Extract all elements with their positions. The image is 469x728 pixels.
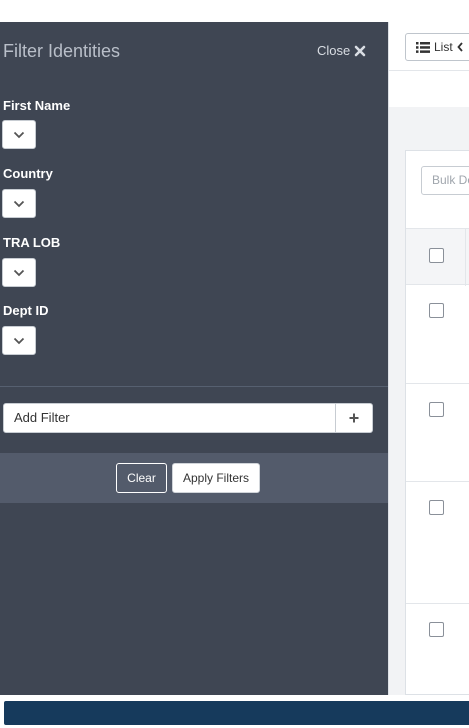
panel-divider xyxy=(0,386,388,387)
add-filter-button[interactable] xyxy=(336,404,372,432)
filter-actions-bar: Clear Apply Filters xyxy=(0,453,388,503)
add-filter-select[interactable]: Add Filter xyxy=(4,404,336,432)
field-label-dept-id: Dept ID xyxy=(3,303,49,318)
toolbar-divider xyxy=(389,70,469,71)
field-label-country: Country xyxy=(3,166,53,181)
field-label-first-name: First Name xyxy=(3,98,71,113)
plus-icon xyxy=(349,413,359,423)
row-checkbox[interactable] xyxy=(429,303,444,318)
row-checkbox[interactable] xyxy=(429,500,444,515)
tra-lob-dropdown[interactable] xyxy=(2,258,36,287)
row-divider xyxy=(406,383,469,384)
bulk-decision-input[interactable]: Bulk De xyxy=(421,166,469,195)
add-filter-control: Add Filter xyxy=(3,403,373,433)
apply-filters-button[interactable]: Apply Filters xyxy=(172,463,260,493)
field-label-tra-lob: TRA LOB xyxy=(3,235,61,250)
row-checkbox[interactable] xyxy=(429,402,444,417)
country-dropdown[interactable] xyxy=(2,189,36,218)
list-view-label: List xyxy=(434,40,453,54)
dept-id-dropdown[interactable] xyxy=(2,326,36,355)
close-button[interactable]: Close xyxy=(317,43,366,58)
chevron-left-icon xyxy=(456,42,463,52)
top-bar xyxy=(0,0,469,22)
table-header-row xyxy=(406,228,469,286)
list-icon xyxy=(416,41,430,53)
select-all-checkbox[interactable] xyxy=(429,248,444,263)
column-separator xyxy=(465,229,466,286)
filter-panel: Filter Identities Close First Name Count… xyxy=(0,22,388,695)
row-divider xyxy=(406,603,469,604)
identities-content: List Bulk De xyxy=(388,22,469,695)
filter-panel-title: Filter Identities xyxy=(3,41,121,61)
close-icon xyxy=(354,45,366,56)
chevron-down-icon xyxy=(13,131,25,138)
row-checkbox[interactable] xyxy=(429,622,444,637)
identities-table-card: Bulk De xyxy=(405,150,469,695)
first-name-dropdown[interactable] xyxy=(2,120,36,149)
chevron-down-icon xyxy=(13,200,25,207)
chevron-down-icon xyxy=(13,337,25,344)
row-divider xyxy=(406,481,469,482)
close-label: Close xyxy=(317,43,351,58)
bottom-bar xyxy=(4,701,469,725)
chevron-down-icon xyxy=(13,269,25,276)
clear-button[interactable]: Clear xyxy=(116,463,167,493)
list-view-button[interactable]: List xyxy=(405,33,469,61)
